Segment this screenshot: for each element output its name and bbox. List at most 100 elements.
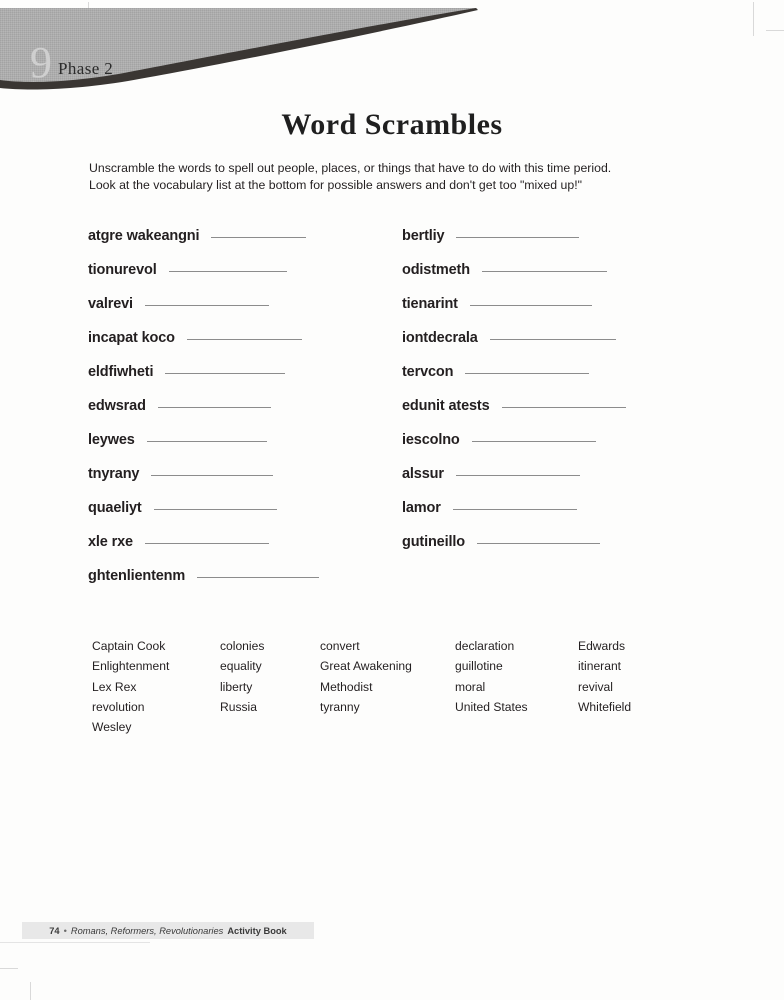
word-bank-item: declaration — [455, 639, 515, 653]
scramble-word: edunit atests — [402, 398, 490, 414]
scramble-row: xle rxe — [88, 534, 398, 568]
vocabulary-word-bank: Captain Cook Enlightenment Lex Rex revoluti… — [92, 636, 712, 737]
word-bank-column: colonies equality liberty Russia — [220, 636, 320, 737]
answer-line[interactable] — [471, 431, 596, 442]
word-bank-item: revolution — [92, 699, 145, 714]
scramble-row: edwsrad — [88, 398, 398, 432]
scramble-word: alssur — [402, 466, 444, 482]
answer-line[interactable] — [489, 329, 616, 340]
answer-line[interactable] — [211, 227, 307, 238]
scramble-row: eldfiwheti — [88, 364, 398, 398]
crop-mark-bottom-left-vertical — [30, 982, 31, 1000]
answer-line[interactable] — [476, 533, 600, 544]
answer-line[interactable] — [186, 329, 302, 340]
scramble-word: iescolno — [402, 432, 460, 448]
scramble-word: tervcon — [402, 364, 454, 380]
answer-line[interactable] — [151, 465, 274, 476]
scramble-row: tervcon — [402, 364, 712, 398]
answer-line[interactable] — [153, 499, 277, 510]
scramble-row: valrevi — [88, 296, 398, 330]
phase-marker: 9 Phase 2 — [30, 41, 280, 89]
footer-page-number: 74 — [49, 925, 60, 936]
word-bank-column: convert Great Awakening Methodist tyranny — [320, 636, 455, 737]
scramble-row: gutineillo — [402, 534, 712, 568]
instructions-line-2: Look at the vocabulary list at the botto… — [89, 178, 582, 192]
scramble-word: gutineillo — [402, 534, 465, 550]
word-bank-item: Captain Cook — [92, 639, 166, 653]
scramble-word: atgre wakeangni — [88, 228, 200, 244]
word-bank-item: Whitefield — [578, 699, 632, 714]
scramble-row: leywes — [88, 432, 398, 466]
scramble-word: ghtenlientenm — [88, 568, 186, 584]
scramble-word: odistmeth — [402, 262, 470, 278]
scramble-word: bertliy — [402, 228, 445, 244]
word-bank-item: Methodist — [320, 679, 373, 694]
answer-line[interactable] — [481, 261, 607, 272]
footer-book-suffix: Activity Book — [227, 925, 287, 936]
crop-mark-top-right-horizontal — [766, 30, 784, 31]
scramble-row: odistmeth — [402, 262, 712, 296]
scramble-word: tienarint — [402, 296, 458, 312]
answer-line[interactable] — [157, 397, 271, 408]
word-bank-column: declaration guillotine moral United States — [455, 636, 578, 737]
scramble-word: iontdecrala — [402, 330, 478, 346]
footer-separator: • — [63, 925, 67, 936]
word-bank-item: Great Awakening — [320, 659, 412, 674]
scramble-row: ghtenlientenm — [88, 568, 398, 602]
page-edge-rule-bottom — [0, 942, 150, 943]
phase-label: Phase 2 — [58, 59, 114, 78]
page-header-banner: 9 Phase 2 — [0, 8, 500, 94]
answer-line[interactable] — [455, 465, 580, 476]
scramble-row: incapat koco — [88, 330, 398, 364]
scramble-word: quaeliyt — [88, 500, 142, 516]
phase-number: 9 — [30, 38, 52, 87]
word-bank-item: moral — [455, 679, 486, 694]
answer-line[interactable] — [144, 533, 269, 544]
scramble-row: tienarint — [402, 296, 712, 330]
worksheet-page: 9 Phase 2 Word Scrambles Unscramble the … — [0, 0, 784, 1000]
scramble-row: lamor — [402, 500, 712, 534]
answer-line[interactable] — [501, 397, 626, 408]
answer-line[interactable] — [197, 567, 320, 578]
word-bank-item: Wesley — [92, 720, 132, 735]
scramble-row: quaeliyt — [88, 500, 398, 534]
scramble-row: iontdecrala — [402, 330, 712, 364]
word-bank-item: Lex Rex — [92, 679, 137, 694]
footer-book-title: Romans, Reformers, Revolutionaries — [70, 925, 224, 936]
scramble-column-right: bertliy odistmeth tienarint iontdecrala terv… — [402, 228, 712, 568]
scramble-row: tionurevol — [88, 262, 398, 296]
crop-mark-bottom-left-horizontal — [0, 968, 18, 969]
scramble-word: tionurevol — [88, 262, 157, 278]
answer-line[interactable] — [456, 227, 580, 238]
word-bank-item: colonies — [220, 639, 265, 653]
scramble-row: bertliy — [402, 228, 712, 262]
scramble-word: valrevi — [88, 296, 133, 312]
answer-line[interactable] — [146, 431, 267, 442]
page-footer: 74 • Romans, Reformers, Revolutionaries … — [22, 922, 314, 939]
word-bank-item: tyranny — [320, 699, 360, 714]
answer-line[interactable] — [465, 363, 590, 374]
scramble-column-left: atgre wakeangni tionurevol valrevi incapat … — [88, 228, 398, 602]
scramble-row: iescolno — [402, 432, 712, 466]
answer-line[interactable] — [168, 261, 287, 272]
scramble-word: edwsrad — [88, 398, 146, 414]
scramble-word: eldfiwheti — [88, 364, 154, 380]
word-bank-column: Captain Cook Enlightenment Lex Rex revoluti… — [92, 636, 220, 737]
answer-line[interactable] — [469, 295, 592, 306]
answer-line[interactable] — [452, 499, 577, 510]
word-bank-item: revival — [578, 679, 613, 694]
word-bank-item: United States — [455, 699, 528, 714]
word-bank-column: Edwards itinerant revival Whitefield — [578, 636, 698, 737]
scramble-word: xle rxe — [88, 534, 133, 550]
word-bank-item: Russia — [220, 699, 257, 714]
word-bank-item: convert — [320, 639, 360, 653]
instructions: Unscramble the words to spell out people… — [89, 160, 709, 194]
answer-line[interactable] — [165, 363, 286, 374]
scramble-row: alssur — [402, 466, 712, 500]
page-title: Word Scrambles — [281, 108, 503, 141]
scramble-row: edunit atests — [402, 398, 712, 432]
answer-line[interactable] — [144, 295, 269, 306]
word-bank-item: Enlightenment — [92, 659, 170, 674]
scramble-row: atgre wakeangni — [88, 228, 398, 262]
scramble-word: tnyrany — [88, 466, 140, 482]
